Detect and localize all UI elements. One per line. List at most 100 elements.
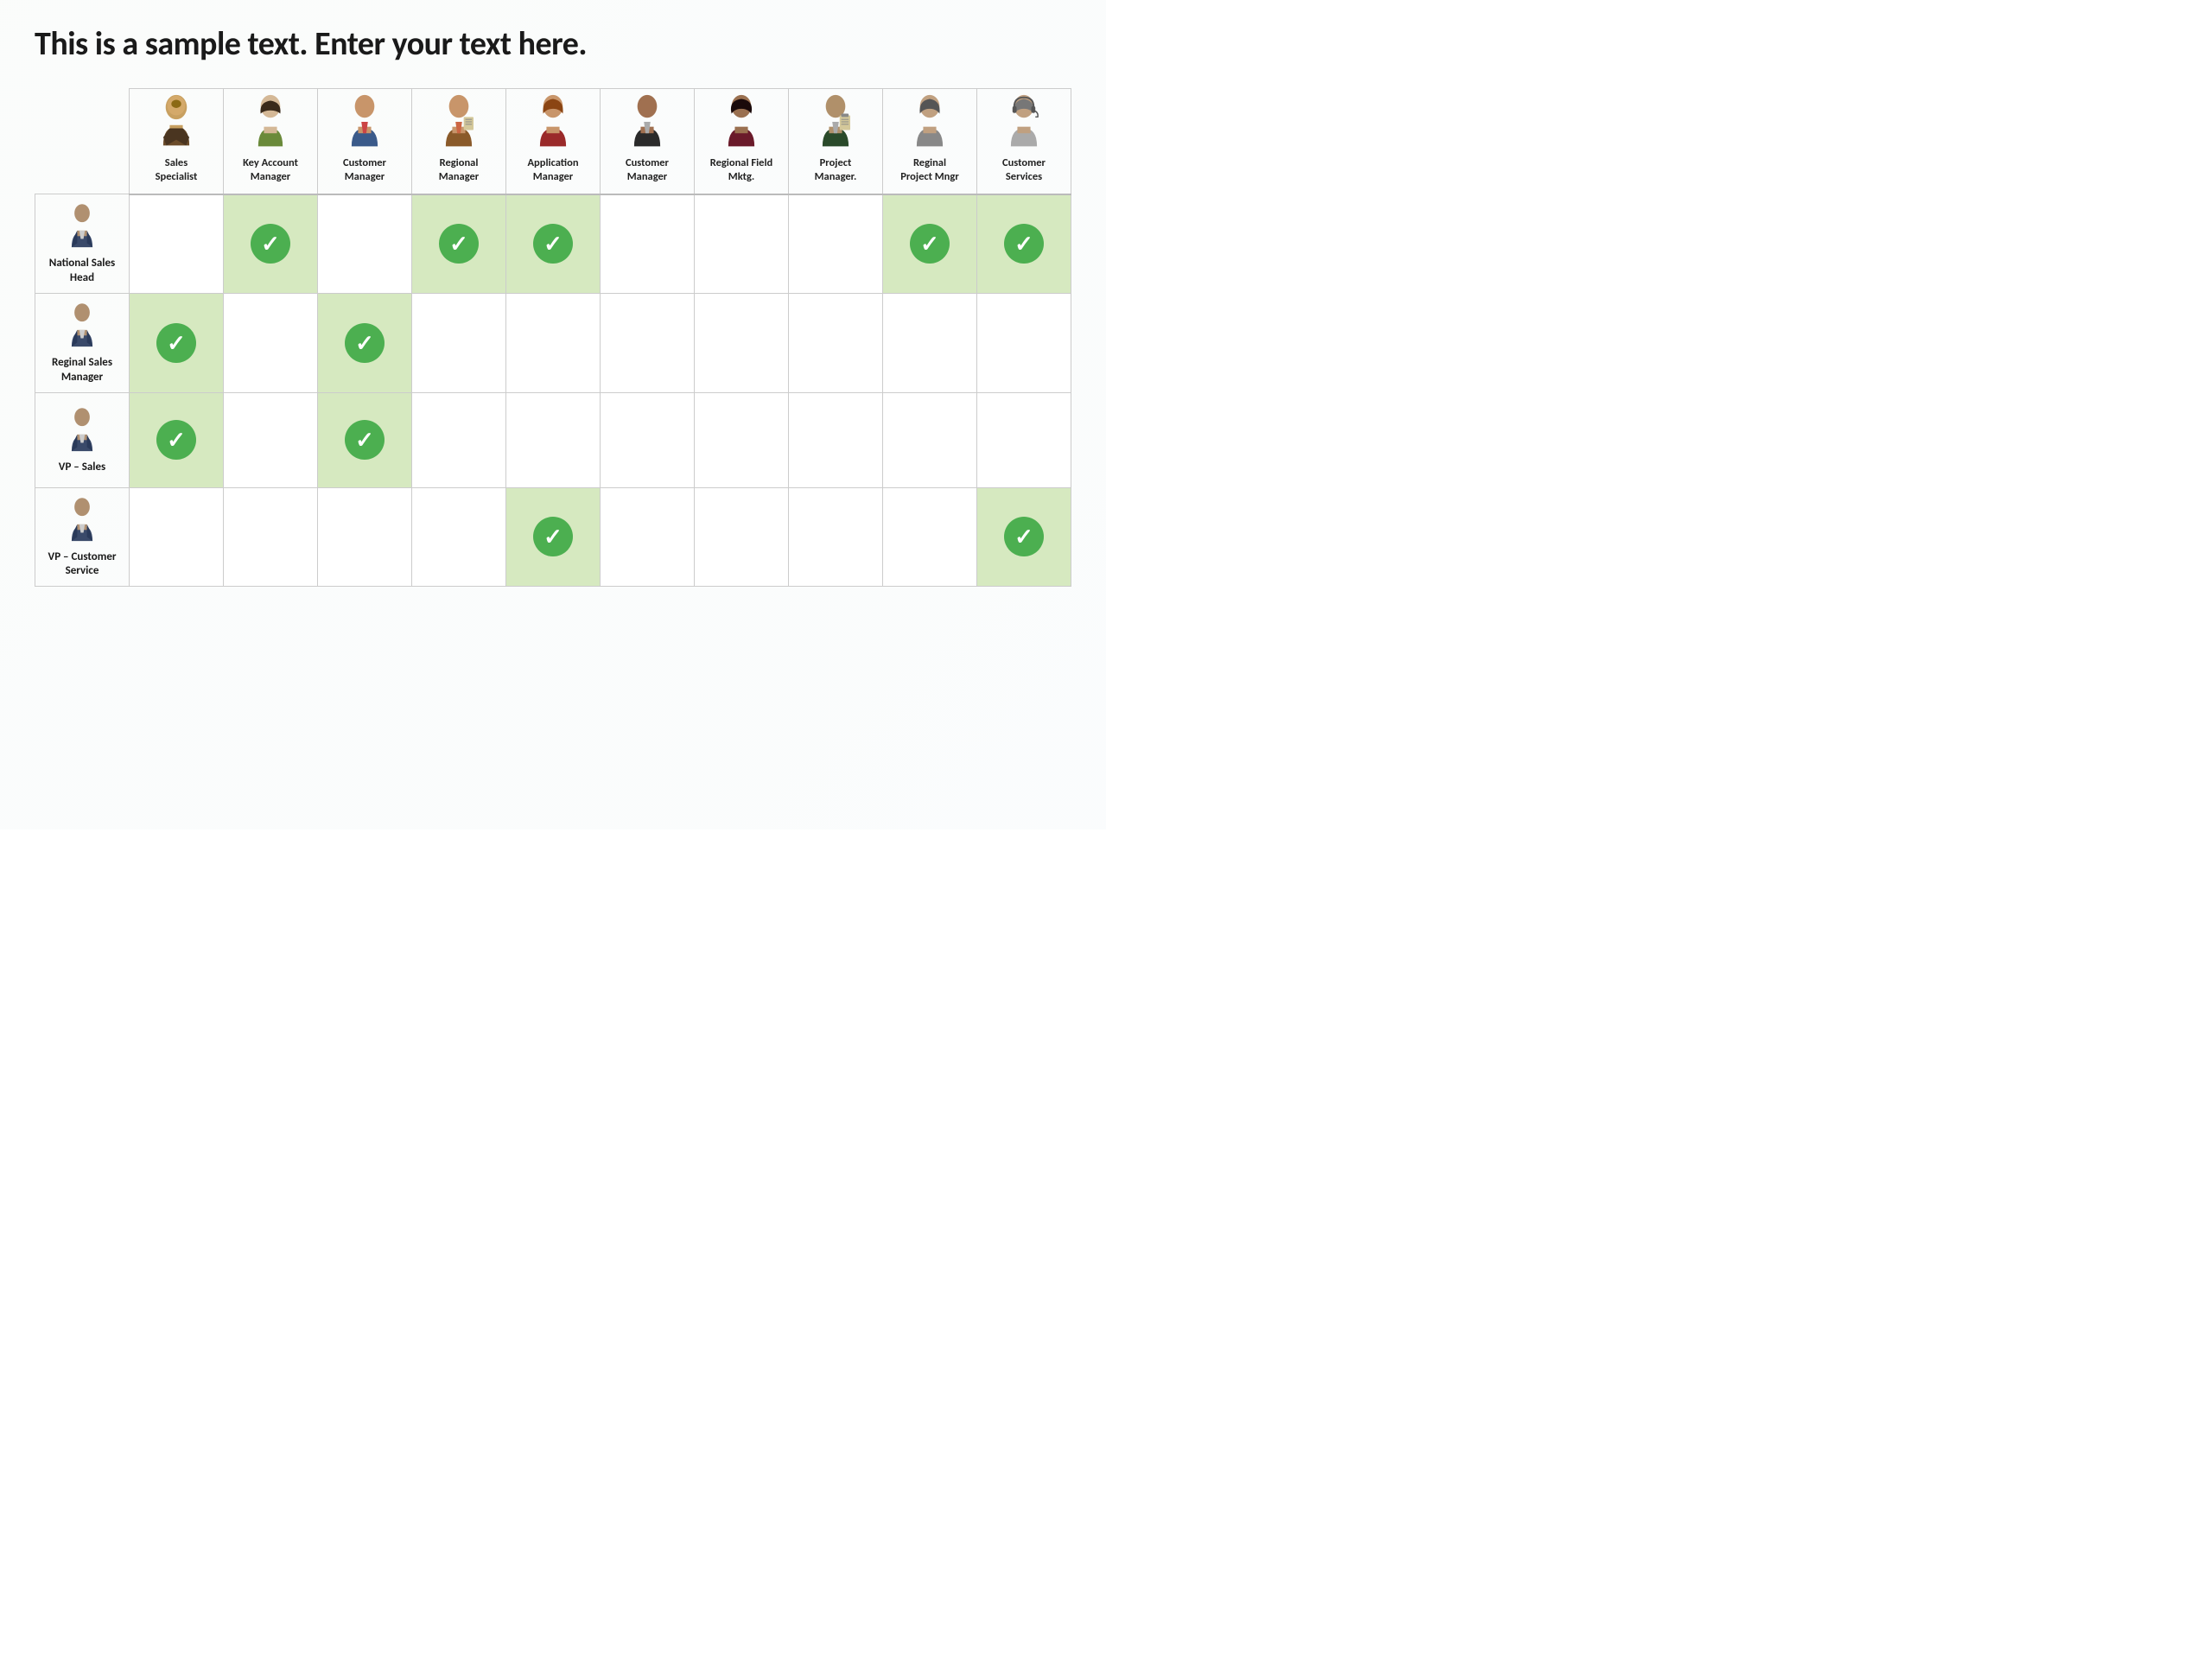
header-icon-customer-services [981,89,1067,151]
cell-reginal-sales-manager-sales-specialist [130,293,224,392]
matrix-container: SalesSpecialist Key AccountManager Custo… [35,88,1071,587]
cell-vp-customer-service-application-manager [506,487,601,587]
header-cell-key-account-manager: Key AccountManager [224,89,318,194]
cell-national-sales-head-reginal-project-mngr [883,194,977,294]
header-cell-customer-services: CustomerServices [977,89,1071,194]
header-label-customer-manager-1: CustomerManager [321,156,408,185]
cell-vp-sales-reginal-project-mngr [883,392,977,487]
cell-vp-customer-service-reginal-project-mngr [883,487,977,587]
header-label-customer-manager-2: CustomerManager [604,156,690,185]
cell-national-sales-head-key-account-manager [224,194,318,294]
cell-vp-customer-service-customer-manager-2 [601,487,695,587]
checkmark-vp-sales-customer-manager-1 [345,420,385,460]
cell-vp-sales-sales-specialist [130,392,224,487]
header-icon-customer-manager-1 [321,89,408,151]
checkmark-vp-sales-sales-specialist [156,420,196,460]
checkmark-vp-customer-service-application-manager [533,517,573,556]
cell-reginal-sales-manager-key-account-manager [224,293,318,392]
cell-vp-customer-service-regional-field-mktg [695,487,789,587]
cell-national-sales-head-sales-specialist [130,194,224,294]
header-cell-customer-manager-1: CustomerManager [318,89,412,194]
row-header-vp-sales: VP – Sales [35,392,130,487]
header-cell-regional-manager: RegionalManager [412,89,506,194]
cell-reginal-sales-manager-customer-manager-1 [318,293,412,392]
checkmark-national-sales-head-key-account-manager [251,224,290,264]
header-label-customer-services: CustomerServices [981,156,1067,185]
row-header-vp-customer-service: VP – CustomerService [35,487,130,587]
header-label-sales-specialist: SalesSpecialist [133,156,219,185]
cell-vp-customer-service-customer-manager-1 [318,487,412,587]
row-icon-national-sales-head [41,201,124,251]
cell-vp-sales-regional-manager [412,392,506,487]
cell-reginal-sales-manager-reginal-project-mngr [883,293,977,392]
checkmark-national-sales-head-reginal-project-mngr [910,224,950,264]
row-icon-vp-customer-service [41,495,124,545]
cell-vp-customer-service-regional-manager [412,487,506,587]
corner-cell [35,89,130,194]
row-national-sales-head: National Sales Head [35,194,1071,294]
cell-national-sales-head-customer-manager-2 [601,194,695,294]
checkmark-national-sales-head-regional-manager [439,224,479,264]
row-label-vp-customer-service: VP – CustomerService [41,550,124,580]
cell-vp-sales-customer-services [977,392,1071,487]
row-icon-reginal-sales-manager [41,301,124,351]
row-label-national-sales-head: National Sales Head [41,257,124,286]
cell-vp-customer-service-project-manager [789,487,883,587]
header-icon-reginal-project-mngr [887,89,973,151]
cell-reginal-sales-manager-application-manager [506,293,601,392]
cell-reginal-sales-manager-regional-field-mktg [695,293,789,392]
cell-reginal-sales-manager-regional-manager [412,293,506,392]
cell-vp-customer-service-key-account-manager [224,487,318,587]
cell-vp-customer-service-sales-specialist [130,487,224,587]
cell-national-sales-head-customer-services [977,194,1071,294]
row-vp-sales: VP – Sales [35,392,1071,487]
row-header-national-sales-head: National Sales Head [35,194,130,294]
header-icon-key-account-manager [227,89,314,151]
checkmark-reginal-sales-manager-sales-specialist [156,323,196,363]
header-icon-project-manager [792,89,879,151]
row-header-reginal-sales-manager: Reginal SalesManager [35,293,130,392]
cell-reginal-sales-manager-project-manager [789,293,883,392]
header-icon-sales-specialist [133,89,219,151]
row-label-vp-sales: VP – Sales [41,461,124,475]
header-label-regional-manager: RegionalManager [416,156,502,185]
checkmark-reginal-sales-manager-customer-manager-1 [345,323,385,363]
header-cell-regional-field-mktg: Regional FieldMktg. [695,89,789,194]
checkmark-vp-customer-service-customer-services [1004,517,1044,556]
row-vp-customer-service: VP – CustomerService [35,487,1071,587]
cell-vp-sales-application-manager [506,392,601,487]
row-icon-vp-sales [41,405,124,455]
cell-reginal-sales-manager-customer-services [977,293,1071,392]
row-reginal-sales-manager: Reginal SalesManager [35,293,1071,392]
cell-vp-sales-regional-field-mktg [695,392,789,487]
cell-national-sales-head-customer-manager-1 [318,194,412,294]
cell-national-sales-head-regional-field-mktg [695,194,789,294]
header-cell-customer-manager-2: CustomerManager [601,89,695,194]
row-label-reginal-sales-manager: Reginal SalesManager [41,356,124,385]
header-label-key-account-manager: Key AccountManager [227,156,314,185]
cell-national-sales-head-application-manager [506,194,601,294]
cell-national-sales-head-regional-manager [412,194,506,294]
cell-vp-sales-project-manager [789,392,883,487]
page-wrapper: This is a sample text. Enter your text h… [0,0,1106,604]
header-cell-application-manager: ApplicationManager [506,89,601,194]
header-cell-sales-specialist: SalesSpecialist [130,89,224,194]
header-label-regional-field-mktg: Regional FieldMktg. [698,156,785,185]
checkmark-national-sales-head-application-manager [533,224,573,264]
page-title: This is a sample text. Enter your text h… [35,24,1071,64]
header-cell-project-manager: ProjectManager. [789,89,883,194]
cell-vp-sales-customer-manager-1 [318,392,412,487]
cell-vp-sales-customer-manager-2 [601,392,695,487]
header-label-reginal-project-mngr: ReginalProject Mngr [887,156,973,185]
cell-national-sales-head-project-manager [789,194,883,294]
matrix-table: SalesSpecialist Key AccountManager Custo… [35,88,1071,587]
header-cell-reginal-project-mngr: ReginalProject Mngr [883,89,977,194]
header-row: SalesSpecialist Key AccountManager Custo… [35,89,1071,194]
cell-vp-sales-key-account-manager [224,392,318,487]
header-icon-customer-manager-2 [604,89,690,151]
header-icon-regional-manager [416,89,502,151]
header-label-project-manager: ProjectManager. [792,156,879,185]
header-icon-regional-field-mktg [698,89,785,151]
checkmark-national-sales-head-customer-services [1004,224,1044,264]
cell-reginal-sales-manager-customer-manager-2 [601,293,695,392]
